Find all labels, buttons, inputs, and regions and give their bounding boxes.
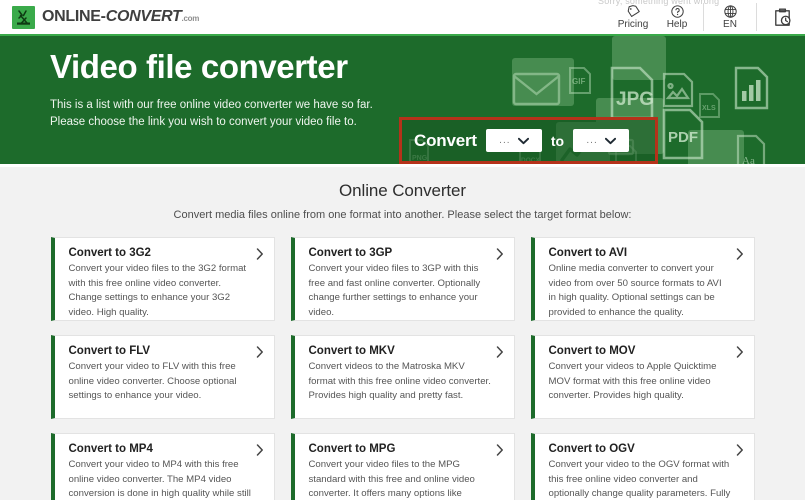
chevron-right-icon: [496, 248, 504, 260]
chevron-right-icon: [496, 346, 504, 358]
section-title: Online Converter: [339, 181, 466, 200]
card-description: Convert your video to MP4 with this free…: [68, 459, 251, 500]
format-card-ogv[interactable]: Convert to OGV Convert your video to the…: [530, 433, 755, 500]
format-card-3gp[interactable]: Convert to 3GP Convert your video files …: [290, 237, 515, 321]
source-format-dropdown[interactable]: ...: [485, 129, 542, 152]
brand-wordmark: ONLINE-CONVERT.com: [42, 8, 199, 26]
card-title: Convert to 3G2: [68, 247, 151, 259]
converter-to-label: to: [550, 132, 565, 149]
converter-label: Convert: [414, 130, 477, 150]
card-description: Convert your video to the OGV format wit…: [548, 459, 731, 500]
chevron-right-icon: [256, 346, 264, 358]
chevron-right-icon: [256, 248, 264, 260]
chevron-right-icon: [256, 444, 264, 456]
chevron-right-icon: [736, 248, 744, 260]
chevron-right-icon: [736, 444, 744, 456]
chevron-right-icon: [736, 346, 744, 358]
pricing-tag-icon: [626, 4, 641, 19]
format-card-mpg[interactable]: Convert to MPG Convert your video files …: [290, 433, 515, 500]
hero-subtitle-line1: This is a list with our free online vide…: [50, 98, 373, 111]
nav-item-help[interactable]: Help: [655, 0, 699, 35]
globe-icon: [723, 4, 738, 19]
card-title: Convert to MKV: [308, 345, 395, 357]
top-bar: Sorry, something went wrong ONLINE-CONVE…: [0, 0, 805, 36]
card-description: Online media converter to convert your v…: [548, 263, 722, 318]
nav-label-pricing: Pricing: [617, 19, 649, 30]
card-title: Convert to FLV: [68, 345, 151, 357]
nav-divider-2: [756, 3, 757, 31]
card-description: Convert your video files to 3GP with thi…: [308, 263, 481, 318]
nav-divider-1: [703, 3, 704, 31]
format-card-mp4[interactable]: Convert to MP4 Convert your video to MP4…: [50, 433, 275, 500]
card-title: Convert to OGV: [548, 443, 635, 455]
svg-text:Aa: Aa: [742, 155, 755, 167]
chevron-right-icon: [496, 444, 504, 456]
nav-label-help: Help: [666, 19, 688, 30]
section-subtitle: Convert media files online from one form…: [173, 209, 632, 221]
card-description: Convert videos to the Matroska MKV forma…: [308, 361, 491, 402]
brand-online: ONLINE: [42, 8, 101, 25]
card-title: Convert to MPG: [308, 443, 396, 455]
card-description: Convert your video to FLV with this free…: [68, 361, 237, 402]
nav-item-history[interactable]: [761, 0, 803, 35]
card-title: Convert to MP4: [68, 443, 153, 455]
online-convert-logo-icon: [12, 5, 35, 29]
format-card-grid: Convert to 3G2 Convert your video files …: [0, 237, 805, 500]
card-title: Convert to AVI: [548, 247, 628, 259]
brand-convert: CONVERT: [105, 8, 182, 25]
page-title: Video file converter: [50, 48, 348, 85]
target-format-dropdown[interactable]: ...: [573, 129, 630, 152]
card-title: Convert to 3GP: [308, 247, 393, 259]
card-description: Convert your video files to the MPG stan…: [308, 459, 475, 500]
format-card-flv[interactable]: Convert to FLV Convert your video to FLV…: [50, 335, 275, 419]
format-card-3g2[interactable]: Convert to 3G2 Convert your video files …: [50, 237, 275, 321]
help-question-icon: [670, 4, 685, 19]
format-card-mkv[interactable]: Convert to MKV Convert videos to the Mat…: [290, 335, 515, 419]
main-content: Online Converter Convert media files onl…: [0, 167, 805, 500]
nav-label-language: EN: [723, 19, 737, 30]
chevron-down-icon: [604, 132, 616, 150]
hero-banner: GIF JPG XLS PDF TIFF Aa Video file conve…: [0, 36, 805, 167]
top-nav: Pricing Help EN: [611, 0, 803, 35]
card-title: Convert to MOV: [548, 345, 636, 357]
format-card-avi[interactable]: Convert to AVI Online media converter to…: [530, 237, 755, 321]
clipboard-history-icon: [771, 6, 794, 29]
chevron-down-icon: [517, 132, 529, 150]
format-card-mov[interactable]: Convert to MOV Convert your videos to Ap…: [530, 335, 755, 419]
converter-widget-highlight: Convert ... to ...: [399, 117, 658, 164]
nav-item-pricing[interactable]: Pricing: [611, 0, 655, 35]
nav-item-language[interactable]: EN: [708, 0, 752, 35]
card-description: Convert your video files to the 3G2 form…: [68, 263, 247, 318]
card-description: Convert your videos to Apple Quicktime M…: [548, 361, 717, 402]
brand-logo[interactable]: ONLINE-CONVERT.com: [12, 5, 199, 29]
brand-com: .com: [181, 14, 200, 23]
